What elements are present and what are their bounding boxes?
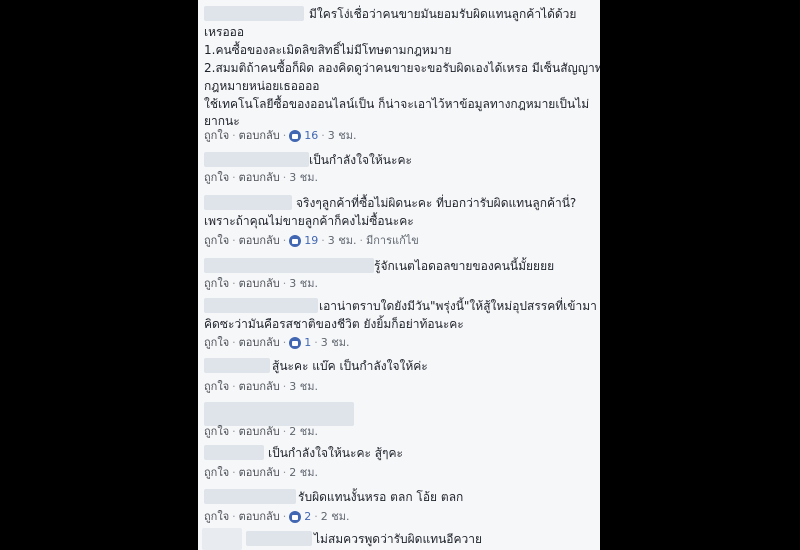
separator: ·: [314, 510, 318, 523]
like-link[interactable]: ถูกใจ: [204, 466, 229, 480]
reply-link[interactable]: ตอบกลับ: [239, 129, 280, 143]
comment-actions: ถูกใจ · ตอบกลับ · 2 ชม.: [204, 466, 318, 480]
comment-text-line: สู้นะคะ แบ๊ค เป็นกำลังใจให้ค่ะ: [272, 359, 428, 373]
separator: ·: [232, 234, 236, 247]
comment-text-line: ไม่สมควรพูดว่ารับผิดแทนอีควาย: [314, 532, 483, 546]
timestamp[interactable]: 3 ชม.: [289, 380, 318, 394]
timestamp[interactable]: 2 ชม.: [321, 510, 350, 524]
blurred-name: [246, 531, 312, 546]
blurred-name: [204, 258, 374, 273]
separator: ·: [232, 466, 236, 479]
separator: ·: [282, 277, 287, 290]
reply-link[interactable]: ตอบกลับ: [239, 171, 280, 185]
comment-text-line: ยากนะ: [204, 114, 240, 128]
comments-panel: มีใครโง่เชื่อว่าคนขายมันยอมรับผิดแทนลูกค…: [198, 0, 600, 550]
comment-actions: ถูกใจ · ตอบกลับ · 3 ชม.: [204, 380, 318, 394]
comment-actions: ถูกใจ · ตอบกลับ · 3 ชม.: [204, 277, 318, 291]
comment-actions: ถูกใจ · ตอบกลับ · 3 ชม.: [204, 171, 318, 185]
reply-link[interactable]: ตอบกลับ: [239, 425, 280, 439]
like-reaction-icon: [289, 235, 302, 247]
timestamp[interactable]: 2 ชม.: [289, 425, 318, 439]
edited-label[interactable]: มีการแก้ไข: [366, 234, 419, 248]
comment-text-line: 2.สมมติถ้าคนซื้อก็ผิด ลองคิดดูว่าคนขายจะ…: [204, 61, 600, 75]
comment-text-line: รู้จักเนตไอดอลขายของคนนี้มั้ยยยย: [374, 259, 555, 273]
separator: ·: [282, 336, 287, 349]
like-link[interactable]: ถูกใจ: [204, 234, 229, 248]
separator: ·: [282, 425, 287, 438]
comment-text-line: 1.คนซื้อของละเมิดลิขสิทธิ์ไม่มีโทษตามกฎห…: [204, 43, 452, 57]
separator: ·: [282, 171, 287, 184]
blurred-name: [204, 195, 292, 210]
separator: ·: [282, 510, 287, 523]
separator: ·: [232, 380, 236, 393]
reply-link[interactable]: ตอบกลับ: [239, 277, 280, 291]
comment-text-line: เอาน่าตราบใดยังมีวัน"พรุ่งนี้"ให้สู้ใหม่…: [319, 299, 597, 313]
blurred-name: [204, 298, 318, 313]
like-reaction-icon: [289, 511, 302, 523]
comment-actions: ถูกใจ · ตอบกลับ · 2 ชม.: [204, 425, 318, 439]
comment-text-line: เพราะถ้าคุณไม่ขายลูกค้าก็คงไม่ซื้อนะคะ: [204, 214, 414, 228]
like-link[interactable]: ถูกใจ: [204, 277, 229, 291]
reaction-count[interactable]: 19: [304, 234, 318, 248]
separator: ·: [282, 234, 287, 247]
blurred-name: [204, 445, 264, 460]
like-link[interactable]: ถูกใจ: [204, 510, 229, 524]
timestamp[interactable]: 3 ชม.: [328, 129, 357, 143]
separator: ·: [232, 510, 236, 523]
comment-actions: ถูกใจ · ตอบกลับ · 2 · 2 ชม.: [204, 510, 349, 524]
separator: ·: [321, 129, 325, 142]
like-reaction-icon: [289, 337, 302, 349]
reaction-count[interactable]: 2: [304, 510, 311, 524]
like-link[interactable]: ถูกใจ: [204, 129, 229, 143]
reply-link[interactable]: ตอบกลับ: [239, 234, 280, 248]
separator: ·: [282, 466, 287, 479]
comment-text-line: ใช้เทคโนโลยีซื้อของออนไลน์เป็น ก็น่าจะเอ…: [204, 97, 590, 111]
comment-actions: ถูกใจ · ตอบกลับ · 19 · 3 ชม. · มีการแก้ไ…: [204, 234, 419, 248]
separator: ·: [232, 129, 236, 142]
comment-text-line: รับผิดแทนงั้นหรอ ตลก โอ้ย ตลก: [298, 490, 464, 504]
blurred-name: [204, 6, 304, 21]
blurred-name: [204, 152, 309, 167]
reply-link[interactable]: ตอบกลับ: [239, 510, 280, 524]
timestamp[interactable]: 3 ชม.: [289, 277, 318, 291]
reaction-count[interactable]: 1: [304, 336, 311, 350]
reaction-count[interactable]: 16: [304, 129, 318, 143]
like-link[interactable]: ถูกใจ: [204, 380, 229, 394]
like-link[interactable]: ถูกใจ: [204, 425, 229, 439]
timestamp[interactable]: 2 ชม.: [289, 466, 318, 480]
blurred-attachment: [204, 402, 354, 426]
timestamp[interactable]: 3 ชม.: [289, 171, 318, 185]
separator: ·: [232, 425, 236, 438]
separator: ·: [282, 129, 287, 142]
comment-text-line: จริงๆลูกค้าที่ซื้อไม่ผิดนะคะ ที่บอกว่ารั…: [296, 196, 577, 210]
separator: ·: [282, 380, 287, 393]
timestamp[interactable]: 3 ชม.: [321, 336, 350, 350]
separator: ·: [232, 336, 236, 349]
like-link[interactable]: ถูกใจ: [204, 171, 229, 185]
blurred-avatar: [202, 528, 242, 550]
comment-actions: ถูกใจ · ตอบกลับ · 1 · 3 ชม.: [204, 336, 349, 350]
separator: ·: [359, 234, 363, 247]
comment-text-line: กฎหมายหน่อยเธออออ: [204, 79, 320, 93]
like-reaction-icon: [289, 130, 302, 142]
comment-actions: ถูกใจ · ตอบกลับ · 16 · 3 ชม.: [204, 129, 356, 143]
comment-text-line: เป็นกำลังใจให้นะคะ: [309, 153, 412, 167]
separator: ·: [314, 336, 318, 349]
comment-text-line: เหรอออ: [204, 25, 245, 39]
like-link[interactable]: ถูกใจ: [204, 336, 229, 350]
blurred-name: [204, 358, 270, 373]
comment-text-line: มีใครโง่เชื่อว่าคนขายมันยอมรับผิดแทนลูกค…: [309, 7, 577, 21]
separator: ·: [232, 171, 236, 184]
separator: ·: [232, 277, 236, 290]
reply-link[interactable]: ตอบกลับ: [239, 466, 280, 480]
timestamp[interactable]: 3 ชม.: [328, 234, 357, 248]
reply-link[interactable]: ตอบกลับ: [239, 336, 280, 350]
comment-text-line: คิดซะว่ามันคือรสชาติของชีวิต ยังยิ้มก็อย…: [204, 317, 464, 331]
reply-link[interactable]: ตอบกลับ: [239, 380, 280, 394]
blurred-name: [204, 489, 296, 504]
separator: ·: [321, 234, 325, 247]
comment-text-line: เป็นกำลังใจให้นะคะ สู้ๆคะ: [268, 446, 403, 460]
